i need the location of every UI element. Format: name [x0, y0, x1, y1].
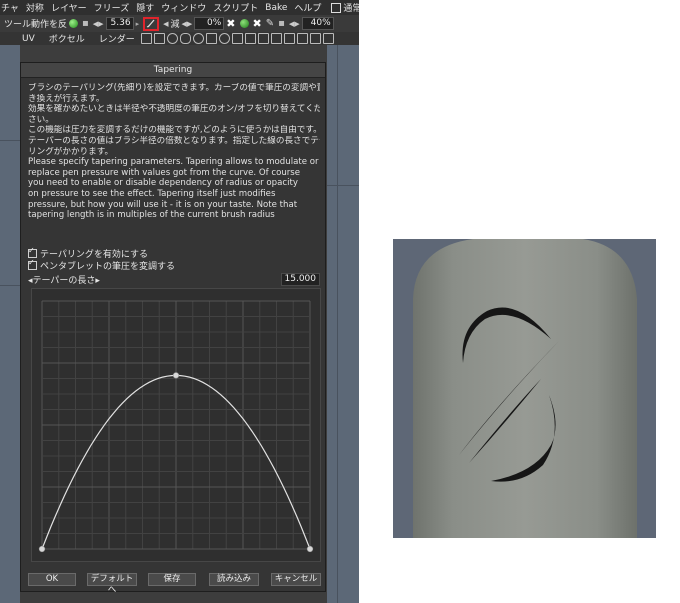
- 3d-coat-window: チャ 対称 レイヤー フリーズ 隠す ウィンドウ スクリプト Bake ヘルプ …: [0, 0, 359, 603]
- color-ball-icon[interactable]: [69, 19, 79, 28]
- menu-item-window[interactable]: ウィンドウ: [161, 1, 206, 14]
- curve-control-point[interactable]: [38, 545, 46, 553]
- zoom-arrows-icon[interactable]: ◀▶: [289, 20, 300, 28]
- bracket-icon[interactable]: [322, 33, 334, 44]
- taper-length-label[interactable]: ◂テーパーの長さ▸: [28, 273, 100, 286]
- cube-icon[interactable]: [283, 33, 295, 44]
- description-line: き換えが行えます。: [28, 93, 105, 104]
- rect-select-icon[interactable]: [140, 33, 152, 44]
- room-tabs-bar: UV ボクセル レンダー: [0, 32, 359, 45]
- description-line: replace pen pressure with values got fro…: [28, 167, 301, 178]
- normal-paint-toggle[interactable]: 通常ペイン: [331, 1, 359, 14]
- enable-tapering-checkbox[interactable]: [28, 246, 37, 258]
- box-icon[interactable]: [153, 33, 165, 44]
- cylinder-model: [413, 239, 637, 538]
- home-icon[interactable]: [270, 33, 282, 44]
- viewport-right-edge[interactable]: [327, 45, 359, 603]
- tool-action-label: ツール動作を反: [4, 20, 68, 30]
- subtract-label: 減: [170, 20, 180, 30]
- description-line: さい。: [28, 114, 54, 125]
- description-line: Please specify tapering parameters. Tape…: [28, 157, 319, 168]
- save-button[interactable]: 保存: [148, 573, 196, 586]
- lasso-icon[interactable]: [179, 33, 191, 44]
- menu-item-partial[interactable]: チャ: [1, 1, 19, 14]
- menu-item-bake[interactable]: Bake: [265, 3, 287, 13]
- circle-icon[interactable]: [166, 33, 178, 44]
- menu-item-layers[interactable]: レイヤー: [51, 1, 87, 14]
- grid-icon[interactable]: [296, 33, 308, 44]
- radius-slider-icon[interactable]: ▸: [136, 19, 140, 29]
- expand-icon[interactable]: [231, 33, 243, 44]
- description-line: tapering length is in multiples of the c…: [28, 210, 275, 221]
- layers-icon[interactable]: [309, 33, 321, 44]
- menu-item-symmetry[interactable]: 対称: [26, 1, 44, 14]
- description-line: pressure, but how you will use it - it i…: [28, 199, 298, 210]
- close-x-icon[interactable]: ✖: [253, 17, 262, 30]
- radius-field[interactable]: 5.36: [105, 17, 134, 30]
- load-button[interactable]: 読み込み: [209, 573, 259, 586]
- lock-icon[interactable]: ▪: [82, 18, 89, 29]
- description-line: on pressure to see the effect. Tapering …: [28, 188, 276, 199]
- cancel-button[interactable]: キャンセル: [271, 573, 321, 586]
- image-icon[interactable]: [257, 33, 269, 44]
- taper-length-field[interactable]: 15.000: [280, 272, 320, 286]
- radius-decrease-arrow-icon[interactable]: ◀▶: [93, 20, 104, 28]
- opacity-field[interactable]: 0%: [194, 17, 225, 30]
- description-line: この機能は圧力を変調するだけの機能ですが,どのように使うかは自由です。: [28, 125, 320, 136]
- tapering-dialog: Tapering ブラシのテーパリング(先細り)を設定できます。カーブの値で筆圧…: [20, 62, 326, 595]
- subtract-arrow-icon[interactable]: ◀: [163, 20, 168, 28]
- pencil-icon[interactable]: ✎: [266, 18, 274, 29]
- curve-control-point[interactable]: [306, 545, 314, 553]
- menu-item-script[interactable]: スクリプト: [213, 1, 258, 14]
- tab-uv[interactable]: UV: [22, 34, 35, 44]
- description-line: you need to enable or disable dependency…: [28, 178, 298, 189]
- description-line: ブラシのテーパリング(先細り)を設定できます。カーブの値で筆圧の変調や置: [28, 83, 320, 93]
- viewport-left-edge[interactable]: [0, 45, 20, 603]
- tapering-curve-editor[interactable]: [31, 288, 321, 562]
- taper-length-row: ◂テーパーの長さ▸ 15.000: [28, 272, 320, 286]
- normal-paint-label: 通常ペイン: [343, 4, 359, 14]
- opacity-arrows-icon[interactable]: ◀▶: [182, 20, 193, 28]
- menu-item-help[interactable]: ヘルプ: [294, 1, 321, 14]
- tapering-description: ブラシのテーパリング(先細り)を設定できます。カーブの値で筆圧の変調や置 き換え…: [28, 83, 320, 221]
- frame-icon[interactable]: [244, 33, 256, 44]
- modulate-pressure-checkbox[interactable]: [28, 258, 37, 270]
- lock-small-icon[interactable]: ▪: [278, 18, 285, 29]
- menu-bar: チャ 対称 レイヤー フリーズ 隠す ウィンドウ スクリプト Bake ヘルプ …: [0, 0, 359, 15]
- curve-grid: [41, 300, 311, 550]
- dialog-button-row: OK デフォルトへ 保存 読み込み キャンセル: [28, 573, 321, 595]
- sphere-icon[interactable]: [239, 19, 249, 28]
- stroke-render-preview: [393, 239, 656, 538]
- curve-control-point[interactable]: [172, 372, 180, 379]
- modulate-pressure-option[interactable]: ペンタブレットの筆圧を変調する: [28, 258, 176, 272]
- normal-paint-checkbox[interactable]: [331, 2, 342, 13]
- description-line: 効果を確かめたいときは半径や不透明度の筆圧のオン/オフを切り替えてくだ: [28, 104, 320, 115]
- rotate-icon[interactable]: [192, 33, 204, 44]
- curve-graph[interactable]: [32, 289, 320, 561]
- zoom-icon[interactable]: [218, 33, 230, 44]
- zoom-field[interactable]: 40%: [301, 17, 334, 30]
- tab-voxel[interactable]: ボクセル: [49, 32, 85, 45]
- ok-button[interactable]: OK: [28, 573, 76, 586]
- tool-options-bar: ツール動作を反 ▪ ◀▶ 5.36 ▸ ◀ 減 ◀▶ 0% ✖ ✖ ✎ ▪ ◀▶…: [0, 15, 359, 32]
- modulate-pressure-label: ペンタブレットの筆圧を変調する: [40, 262, 176, 272]
- clear-x-icon[interactable]: ✖: [226, 17, 235, 30]
- pen-icon: [146, 19, 155, 27]
- default-button[interactable]: デフォルトへ: [87, 573, 137, 595]
- description-line: リングがかかります。: [28, 146, 114, 157]
- tab-render[interactable]: レンダー: [99, 32, 135, 45]
- render-image: [413, 239, 637, 538]
- enable-tapering-option[interactable]: テーパリングを有効にする: [28, 246, 148, 260]
- move-icon[interactable]: [205, 33, 217, 44]
- dialog-title[interactable]: Tapering: [21, 63, 325, 78]
- menu-item-hide[interactable]: 隠す: [136, 1, 154, 14]
- menu-item-freeze[interactable]: フリーズ: [94, 1, 130, 14]
- pen-pressure-toggle-button[interactable]: [143, 16, 160, 31]
- description-line: テーパーの長さの値はブラシ半径の倍数となります。指定した線の長さでテーパ: [28, 135, 320, 146]
